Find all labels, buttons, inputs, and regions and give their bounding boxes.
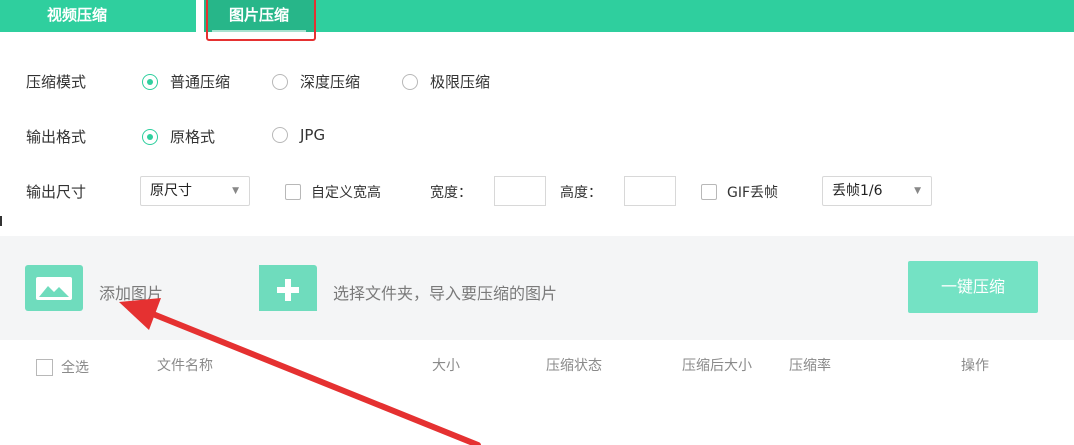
tab-image-compress-label: 图片压缩: [228, 6, 289, 24]
checkbox-box: [285, 184, 301, 200]
column-file-name: 文件名称: [157, 358, 213, 374]
radio-dot: [402, 73, 418, 90]
radio-label: 原格式: [170, 128, 216, 146]
radio-label: 普通压缩: [170, 73, 231, 91]
radio-normal-compress[interactable]: 普通压缩: [142, 71, 230, 92]
edge-mark: [0, 216, 2, 226]
radio-dot: [142, 128, 158, 145]
gif-drop-frame-checkbox[interactable]: GIF丢帧: [701, 182, 778, 202]
radio-dot: [142, 73, 158, 90]
compress-mode-label: 压缩模式: [26, 73, 87, 91]
folder-plus-icon[interactable]: [259, 265, 317, 311]
width-input[interactable]: [494, 176, 546, 206]
column-compress-status: 压缩状态: [546, 358, 602, 374]
radio-extreme-compress[interactable]: 极限压缩: [402, 71, 490, 92]
height-label: 高度：: [560, 185, 602, 201]
output-format-label: 输出格式: [26, 128, 87, 146]
radio-label: 极限压缩: [430, 73, 491, 91]
arrow-annotation: [119, 298, 481, 445]
active-tab-indicator: [212, 30, 306, 32]
size-select[interactable]: 原尺寸 ▼: [140, 176, 250, 206]
width-label: 宽度：: [430, 185, 472, 201]
tab-bar: 视频压缩 图片压缩: [0, 0, 1074, 32]
size-select-value: 原尺寸: [150, 183, 192, 199]
image-icon-graphic: [36, 277, 72, 300]
one-key-compress-button[interactable]: 一键压缩: [908, 261, 1038, 313]
radio-original-format[interactable]: 原格式: [142, 126, 215, 147]
add-folder-button[interactable]: 选择文件夹，导入要压缩的图片: [333, 280, 557, 304]
radio-jpg-format[interactable]: JPG: [272, 126, 325, 144]
add-image-button[interactable]: 添加图片: [99, 280, 163, 304]
checkbox-box: [36, 358, 53, 376]
tab-separator: [196, 0, 204, 32]
output-size-label: 输出尺寸: [26, 183, 87, 201]
custom-size-checkbox[interactable]: 自定义宽高: [285, 182, 381, 202]
radio-deep-compress[interactable]: 深度压缩: [272, 71, 360, 92]
column-compressed-size: 压缩后大小: [682, 358, 752, 374]
radio-label: JPG: [300, 126, 326, 144]
folder-plus-icon-graphic: [259, 265, 317, 311]
tab-image-compress[interactable]: 图片压缩: [204, 0, 314, 32]
select-all-label: 全选: [61, 360, 89, 376]
column-size: 大小: [432, 358, 460, 374]
select-all-checkbox[interactable]: 全选: [36, 357, 89, 377]
image-icon[interactable]: [25, 265, 83, 311]
chevron-down-icon: ▼: [232, 186, 239, 196]
checkbox-label: 自定义宽高: [311, 185, 381, 201]
height-input[interactable]: [624, 176, 676, 206]
frame-drop-select[interactable]: 丢帧1/6 ▼: [822, 176, 932, 206]
checkbox-box: [701, 184, 717, 200]
column-compress-ratio: 压缩率: [789, 358, 831, 374]
radio-dot: [272, 73, 288, 90]
frame-drop-select-value: 丢帧1/6: [832, 183, 883, 199]
radio-label: 深度压缩: [300, 73, 361, 91]
tab-video-compress[interactable]: 视频压缩: [0, 0, 196, 32]
radio-dot: [272, 127, 288, 143]
column-actions: 操作: [961, 358, 989, 374]
chevron-down-icon: ▼: [914, 186, 921, 196]
checkbox-label: GIF丢帧: [727, 185, 779, 201]
